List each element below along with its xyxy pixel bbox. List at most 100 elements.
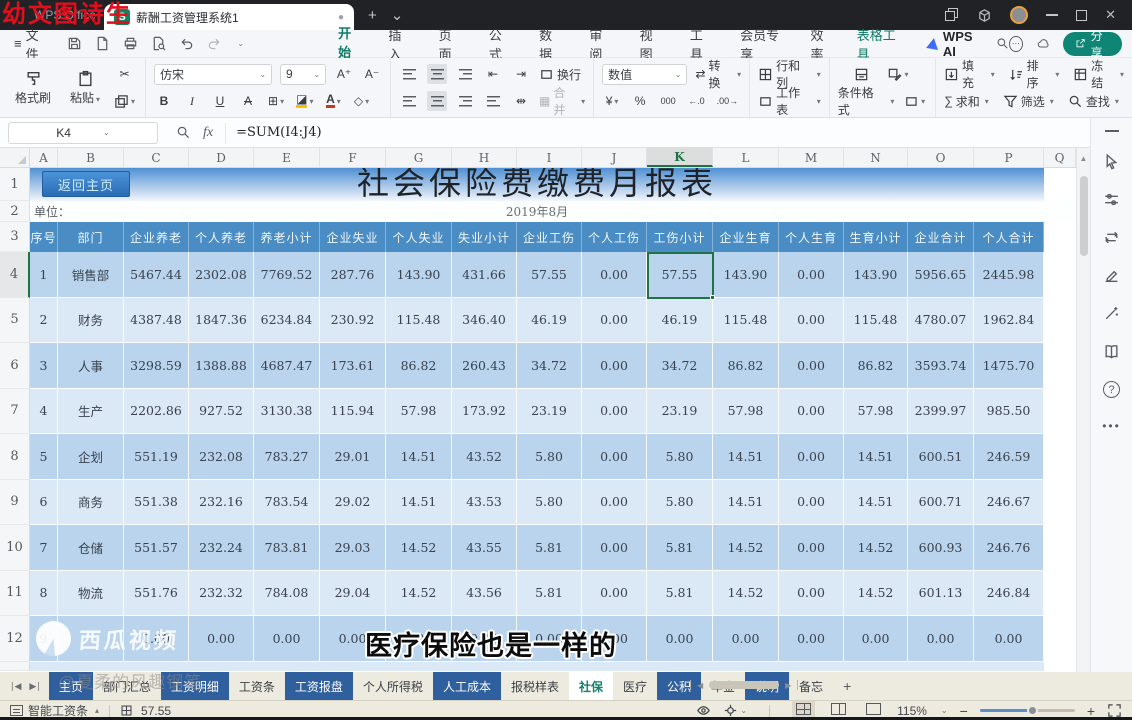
table-header-cell[interactable]: 生育小计 [844, 222, 908, 252]
zoom-slider[interactable] [980, 709, 1075, 712]
decrease-font-button[interactable]: A⁻ [362, 64, 382, 84]
column-header-M[interactable]: M [779, 148, 844, 167]
cell[interactable]: 2202.86 [124, 389, 189, 435]
cell[interactable]: 34.72 [647, 343, 713, 389]
cell[interactable]: 115.48 [844, 298, 908, 344]
print-preview-icon[interactable] [151, 36, 166, 51]
increase-decimal-button[interactable]: ←.0 [686, 91, 707, 111]
cell[interactable]: 143.90 [386, 252, 452, 298]
cell[interactable]: 6 [30, 480, 58, 526]
formula-input[interactable]: =SUM(I4:J4) [225, 123, 321, 143]
cell[interactable]: 物流 [58, 571, 124, 617]
cloud-sync-icon[interactable] [1037, 36, 1049, 51]
cell[interactable]: 173.61 [320, 343, 386, 389]
cell[interactable]: 0.00 [779, 525, 844, 571]
document-tab[interactable]: S 薪酬工资管理系统1 ● [104, 4, 354, 30]
cell[interactable]: 2302.08 [189, 252, 254, 298]
column-header-D[interactable]: D [189, 148, 254, 167]
horizontal-scrollbar[interactable]: ◀ ▶ [690, 678, 935, 692]
row-header-13[interactable] [0, 662, 30, 671]
column-header-A[interactable]: A [30, 148, 58, 167]
sheet-tab-医疗[interactable]: 医疗 [613, 672, 657, 700]
cell[interactable]: 生产 [58, 389, 124, 435]
cell[interactable]: 783.81 [254, 525, 320, 571]
cell[interactable]: 246.59 [974, 434, 1044, 480]
select-all-corner[interactable] [0, 148, 30, 167]
cell[interactable]: 232.08 [189, 434, 254, 480]
cell[interactable] [58, 616, 124, 662]
print-icon[interactable] [123, 36, 138, 51]
refresh-loop-icon[interactable] [1103, 229, 1120, 246]
sheet-tab-工资条[interactable]: 工资条 [229, 672, 285, 700]
cell[interactable]: 43.56 [452, 571, 517, 617]
cell[interactable]: 57.98 [713, 389, 779, 435]
scroll-left-icon[interactable]: ◀ [697, 681, 703, 690]
worksheet-button[interactable]: 工作表▾ [758, 84, 821, 118]
redo-icon[interactable] [207, 36, 222, 51]
file-menu-button[interactable]: ≡文件 [14, 25, 47, 63]
fill-button[interactable]: 填充▾ [944, 57, 995, 91]
find-button[interactable]: 查找▾ [1068, 93, 1119, 110]
cell[interactable]: 551.19 [124, 434, 189, 480]
cell[interactable]: 23.19 [517, 389, 582, 435]
cell[interactable]: 4687.47 [254, 343, 320, 389]
collapse-panel-icon[interactable] [1105, 130, 1119, 132]
cell[interactable]: 86.82 [386, 343, 452, 389]
cell[interactable]: 232.32 [189, 571, 254, 617]
search-icon[interactable] [996, 36, 1009, 51]
cell[interactable]: 260.43 [452, 343, 517, 389]
cell[interactable]: 57.98 [844, 389, 908, 435]
cell[interactable]: 14.51 [386, 434, 452, 480]
highlight-color-button[interactable]: ◪▾ [294, 91, 315, 111]
cell[interactable]: 600.93 [908, 525, 974, 571]
table-header-cell[interactable]: 企业养老 [124, 222, 189, 252]
cell[interactable]: 6234.84 [254, 298, 320, 344]
sheet-tab-工资明细[interactable]: 工资明细 [161, 672, 229, 700]
align-left-button[interactable] [399, 91, 419, 111]
cell[interactable]: 783.54 [254, 480, 320, 526]
sheet-tab-社保[interactable]: 社保 [569, 672, 613, 700]
table-header-cell[interactable]: 序号 [30, 222, 58, 252]
dictionary-book-icon[interactable] [1103, 343, 1120, 360]
cell[interactable]: 1 [30, 252, 58, 298]
cell[interactable]: 3593.74 [908, 343, 974, 389]
fx-icon[interactable]: fx [203, 125, 213, 141]
table-header-cell[interactable]: 企业合计 [908, 222, 974, 252]
format-painter-button[interactable]: 格式刷 [8, 70, 58, 106]
cell-name-box[interactable]: K4⌄ [8, 122, 158, 144]
column-header-H[interactable]: H [452, 148, 517, 167]
cell[interactable]: 0.00 [582, 571, 647, 617]
cell[interactable]: 14.51 [844, 480, 908, 526]
restore-button[interactable] [1076, 10, 1087, 21]
column-header-G[interactable]: G [386, 148, 452, 167]
cell[interactable]: 企划 [58, 434, 124, 480]
cell[interactable]: 7 [30, 525, 58, 571]
wps-ai-button[interactable]: WPS AI [927, 29, 982, 59]
sheet-tab-个人所得税[interactable]: 个人所得税 [353, 672, 433, 700]
column-header-F[interactable]: F [320, 148, 386, 167]
cell[interactable]: 230.92 [320, 298, 386, 344]
column-header-I[interactable]: I [517, 148, 582, 167]
percent-button[interactable]: % [630, 91, 650, 111]
cell[interactable]: 14.52 [713, 571, 779, 617]
cell[interactable]: 0.00 [452, 616, 517, 662]
zoom-level[interactable]: 115% [897, 704, 927, 718]
convert-button[interactable]: ⇄转换▾ [695, 57, 741, 91]
justify-button[interactable] [483, 91, 503, 111]
cell[interactable]: 43.52 [452, 434, 517, 480]
column-header-E[interactable]: E [254, 148, 320, 167]
cell[interactable]: 5.80 [647, 434, 713, 480]
zoom-slider-knob[interactable] [1027, 705, 1038, 716]
cell[interactable]: 46.19 [517, 298, 582, 344]
cell[interactable]: 551.57 [124, 525, 189, 571]
cell[interactable]: 0.00 [779, 434, 844, 480]
cell-style-button[interactable]: ▾ [885, 64, 910, 84]
cell[interactable]: 600.51 [908, 434, 974, 480]
cell[interactable]: 287.76 [320, 252, 386, 298]
cell[interactable]: 29.03 [320, 525, 386, 571]
sum-button[interactable]: ∑求和▾ [944, 93, 989, 110]
cell[interactable]: 14.52 [844, 525, 908, 571]
cell[interactable]: 5.80 [647, 480, 713, 526]
3d-box-icon[interactable] [977, 8, 992, 23]
cell[interactable]: 1388.88 [189, 343, 254, 389]
